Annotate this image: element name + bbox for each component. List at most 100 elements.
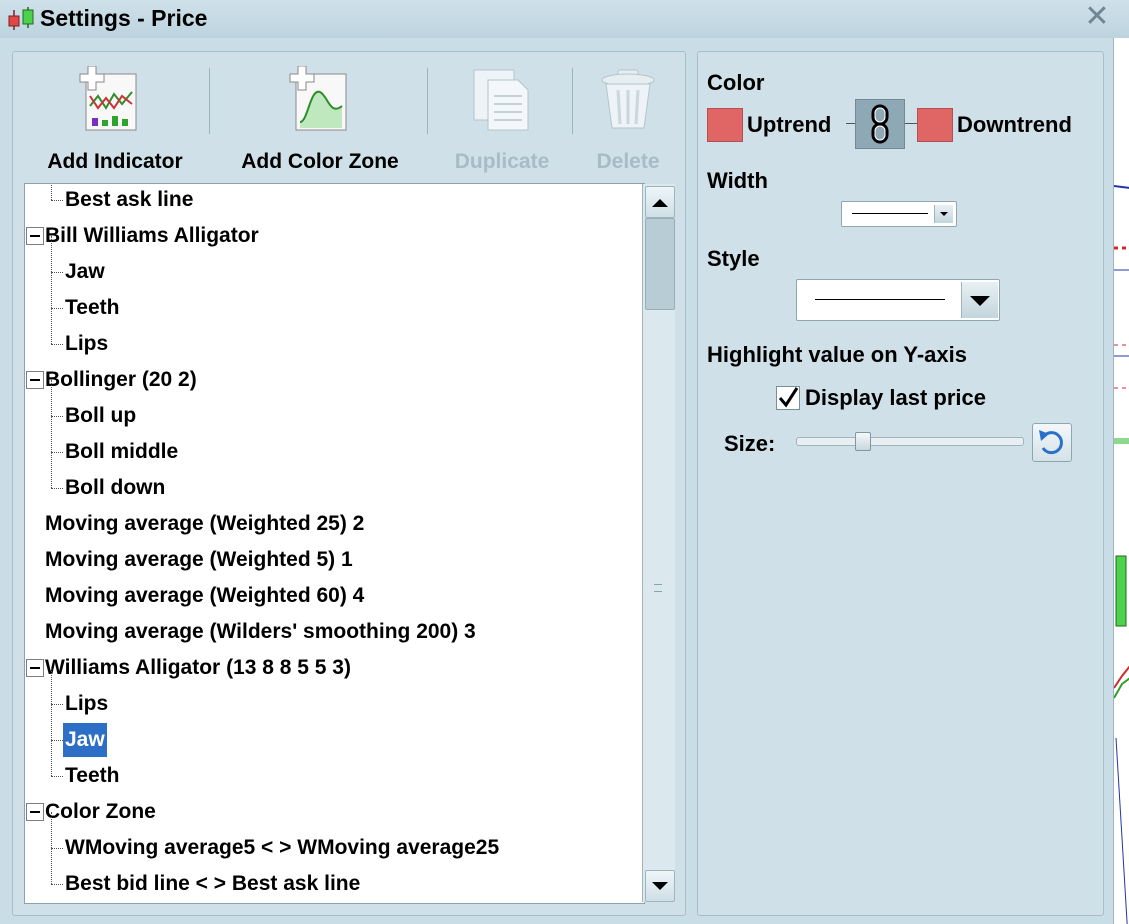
color-heading: Color <box>707 70 765 95</box>
add-color-zone-button[interactable]: Add Color Zone <box>222 62 418 173</box>
tree-row-label: Best ask line <box>65 188 194 211</box>
indicator-tree[interactable]: Best ask line Bill Williams Alligator Jaw T… <box>24 183 645 904</box>
tree-row-label: Jaw <box>65 260 105 283</box>
tree-scrollbar[interactable] <box>642 184 675 902</box>
tree-row-label: Moving average (Weighted 25) 2 <box>45 512 365 535</box>
chevron-down-icon <box>940 212 948 216</box>
style-dropdown[interactable] <box>796 279 1000 321</box>
toolbar-separator <box>209 68 210 134</box>
duplicate-button[interactable]: Duplicate <box>436 62 568 173</box>
size-label: Size: <box>724 431 776 456</box>
arrow-down-icon <box>652 882 668 890</box>
reset-size-button[interactable] <box>1032 423 1072 462</box>
collapse-icon[interactable] <box>26 371 44 389</box>
background-chart <box>1113 38 1129 924</box>
link-colors-button[interactable] <box>855 99 905 149</box>
tree-row-label: Boll middle <box>65 440 179 463</box>
tree-row[interactable]: Bill Williams Alligator <box>25 218 644 254</box>
collapse-icon[interactable] <box>26 227 44 245</box>
tree-row[interactable]: WMoving average5 < > WMoving average25 <box>25 812 644 866</box>
tree-connector <box>51 488 63 489</box>
tree-connector <box>51 308 63 309</box>
width-dropdown[interactable] <box>841 201 957 227</box>
style-heading: Style <box>707 246 760 271</box>
uptrend-color-swatch[interactable] <box>707 108 743 142</box>
tree-connector <box>51 740 63 741</box>
close-icon[interactable]: ✕ <box>1083 2 1111 32</box>
arrow-up-icon <box>652 199 668 207</box>
style-dropdown-button[interactable] <box>961 282 998 318</box>
tree-connector <box>51 704 52 740</box>
tree-row[interactable]: Color Zone <box>25 794 644 830</box>
tree-row[interactable]: Boll down <box>25 452 644 506</box>
tree-connector <box>51 740 52 776</box>
chevron-down-icon <box>970 296 990 306</box>
tree-connector <box>51 848 63 849</box>
display-last-price-checkbox[interactable] <box>776 386 800 410</box>
delete-label: Delete <box>596 150 660 173</box>
tree-row[interactable]: Teeth <box>25 272 644 326</box>
tree-connector <box>51 272 63 273</box>
add-color-zone-label: Add Color Zone <box>241 150 399 173</box>
collapse-icon[interactable] <box>26 659 44 677</box>
add-indicator-button[interactable]: Add Indicator <box>28 62 202 173</box>
add-indicator-label: Add Indicator <box>47 150 183 173</box>
scroll-thumb[interactable] <box>645 218 675 310</box>
tree-row[interactable]: Lips <box>25 668 644 722</box>
width-dropdown-button[interactable] <box>934 205 953 223</box>
tree-row[interactable]: Best ask line <box>25 184 644 218</box>
tree-row[interactable]: Bollinger (20 2) <box>25 362 644 398</box>
tree-row-label: Boll down <box>65 476 166 499</box>
tree-row[interactable]: Lips <box>25 308 644 362</box>
add-color-zone-icon <box>289 66 347 131</box>
candlestick-icon <box>8 7 34 30</box>
size-slider-thumb[interactable] <box>855 432 871 451</box>
trash-icon <box>601 69 655 129</box>
tree-row[interactable]: Jaw <box>25 236 644 290</box>
tree-row[interactable]: Teeth <box>25 740 644 794</box>
reset-icon <box>1039 430 1063 455</box>
tree-row[interactable]: Williams Alligator (13 8 8 5 5 3) <box>25 650 644 686</box>
collapse-icon[interactable] <box>26 803 44 821</box>
tree-row-label: Teeth <box>65 296 120 319</box>
duplicate-icon <box>473 69 529 131</box>
display-last-price-label: Display last price <box>805 385 986 410</box>
toolbar-separator <box>572 68 573 134</box>
highlight-heading: Highlight value on Y-axis <box>707 342 967 367</box>
tree-row[interactable]: Best bid line < > Best ask line <box>25 848 644 902</box>
size-slider[interactable] <box>796 437 1024 446</box>
tree-row-label: WMoving average5 < > WMoving average25 <box>65 836 500 859</box>
scroll-up-button[interactable] <box>645 186 675 218</box>
tree-row[interactable]: Moving average (Weighted 5) 1 <box>25 542 644 578</box>
tree-row[interactable]: Moving average (Weighted 25) 2 <box>25 506 644 542</box>
title-bar: Settings - Price ✕ <box>0 0 1129 38</box>
tree-row-label: Moving average (Wilders' smoothing 200) … <box>45 620 476 643</box>
tree-row-label: Moving average (Weighted 60) 4 <box>45 584 365 607</box>
tree-row[interactable]: Moving average (Wilders' smoothing 200) … <box>25 614 644 650</box>
tree-row-label: Boll up <box>65 404 137 427</box>
tree-connector <box>51 272 52 308</box>
add-indicator-icon <box>79 66 137 131</box>
downtrend-label: Downtrend <box>957 112 1072 137</box>
tree-row-label: Jaw <box>63 723 107 757</box>
tree-connector <box>51 812 52 848</box>
downtrend-color-swatch[interactable] <box>917 108 953 142</box>
tree-row-label: Lips <box>65 692 109 715</box>
uptrend-label: Uptrend <box>747 112 832 137</box>
tree-connector <box>51 776 63 777</box>
tree-row-label: Bollinger (20 2) <box>45 368 197 391</box>
window-title: Settings - Price <box>40 5 208 31</box>
width-heading: Width <box>707 168 768 193</box>
delete-button[interactable]: Delete <box>580 62 676 173</box>
tree-row[interactable]: Jaw <box>25 704 644 758</box>
style-preview <box>815 299 945 300</box>
scroll-down-button[interactable] <box>645 870 675 902</box>
tree-row[interactable]: Boll up <box>25 380 644 434</box>
tree-row-label: Best bid line < > Best ask line <box>65 872 361 895</box>
tree-connector <box>51 184 52 200</box>
tree-row[interactable]: Boll middle <box>25 416 644 470</box>
tree-row[interactable]: Moving average (Weighted 60) 4 <box>25 578 644 614</box>
tree-connector <box>51 884 63 885</box>
toolbar-separator <box>427 68 428 134</box>
tree-connector <box>51 416 63 417</box>
